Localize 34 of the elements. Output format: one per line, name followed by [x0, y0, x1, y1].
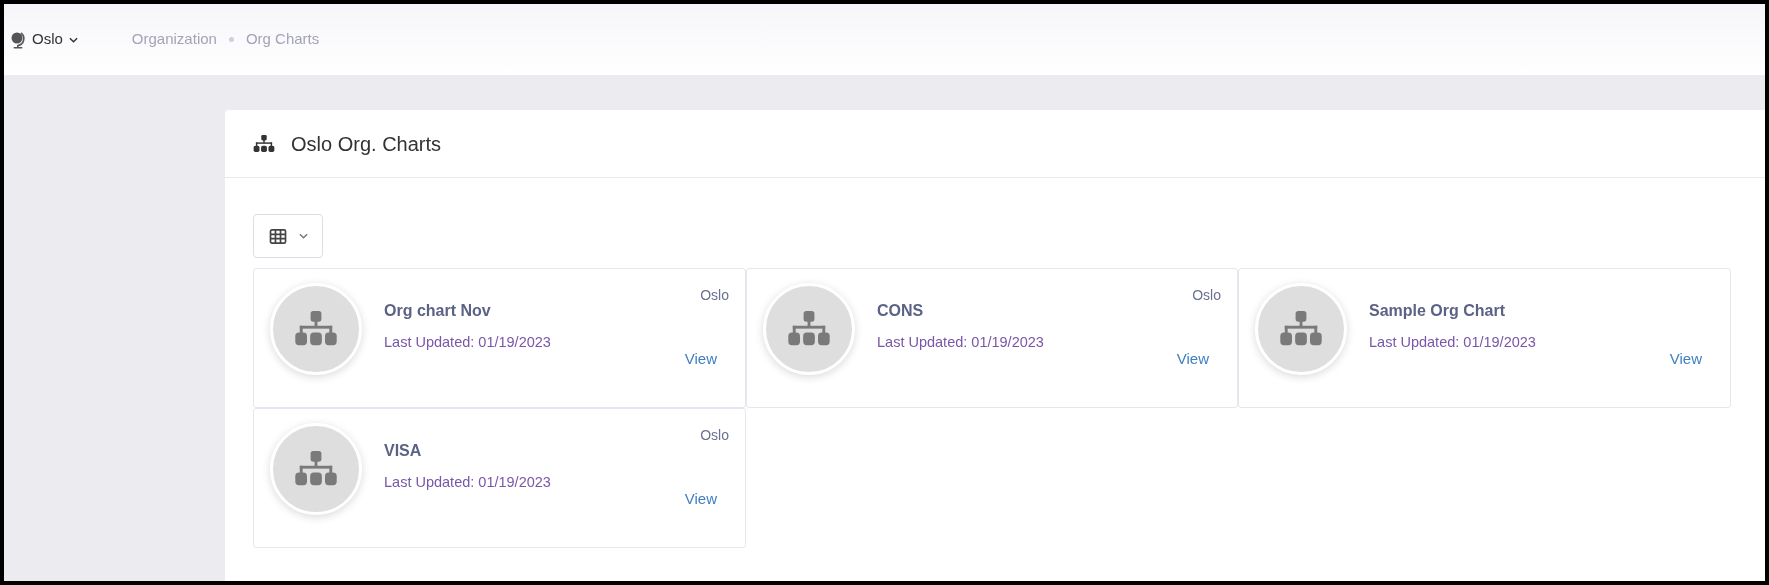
- org-chart-icon: [294, 451, 338, 487]
- chart-name: VISA: [384, 441, 423, 461]
- breadcrumb-link[interactable]: Organization: [131, 28, 217, 51]
- view-toggle-button[interactable]: [253, 214, 323, 258]
- chart-name: CONS: [877, 301, 925, 321]
- location-dropdown[interactable]: Oslo: [10, 28, 78, 51]
- org-chart-icon: [787, 311, 831, 347]
- grid-icon: [268, 228, 287, 244]
- view-link[interactable]: View: [1176, 348, 1209, 371]
- last-updated-text: Last Updated: 01/19/2023: [877, 333, 1044, 352]
- view-link[interactable]: View: [1669, 348, 1702, 371]
- chevron-down-icon: [298, 233, 308, 239]
- panel-title: Oslo Org. Charts: [291, 131, 442, 157]
- last-updated-text: Last Updated: 01/19/2023: [1369, 333, 1536, 352]
- org-chart-card[interactable]: Org chart Nov Last Updated: 01/19/2023 Oslo View: [253, 268, 746, 408]
- chevron-down-icon: [68, 36, 78, 43]
- globe-icon: [10, 30, 26, 49]
- org-chart-card[interactable]: Sample Org Chart Last Updated: 01/19/2023 View: [1238, 268, 1731, 408]
- breadcrumb-link[interactable]: Org Charts: [245, 28, 320, 51]
- org-chart-icon: [294, 311, 338, 347]
- view-link[interactable]: View: [684, 348, 717, 371]
- last-updated-text: Last Updated: 01/19/2023: [384, 333, 551, 352]
- breadcrumb-separator-icon: [228, 37, 234, 42]
- last-updated-text: Last Updated: 01/19/2023: [384, 473, 551, 492]
- org-chart-card[interactable]: VISA Last Updated: 01/19/2023 Oslo View: [253, 408, 746, 548]
- org-chart-icon: [253, 134, 275, 153]
- view-link[interactable]: View: [684, 488, 717, 511]
- chart-name: Sample Org Chart: [1369, 301, 1507, 321]
- org-chart-icon: [1279, 311, 1323, 347]
- chart-name: Org chart Nov: [384, 301, 492, 321]
- location-label: Oslo: [700, 286, 729, 305]
- org-chart-card[interactable]: CONS Last Updated: 01/19/2023 Oslo View: [746, 268, 1238, 408]
- location-label: Oslo: [1192, 286, 1221, 305]
- location-label: Oslo: [700, 426, 729, 445]
